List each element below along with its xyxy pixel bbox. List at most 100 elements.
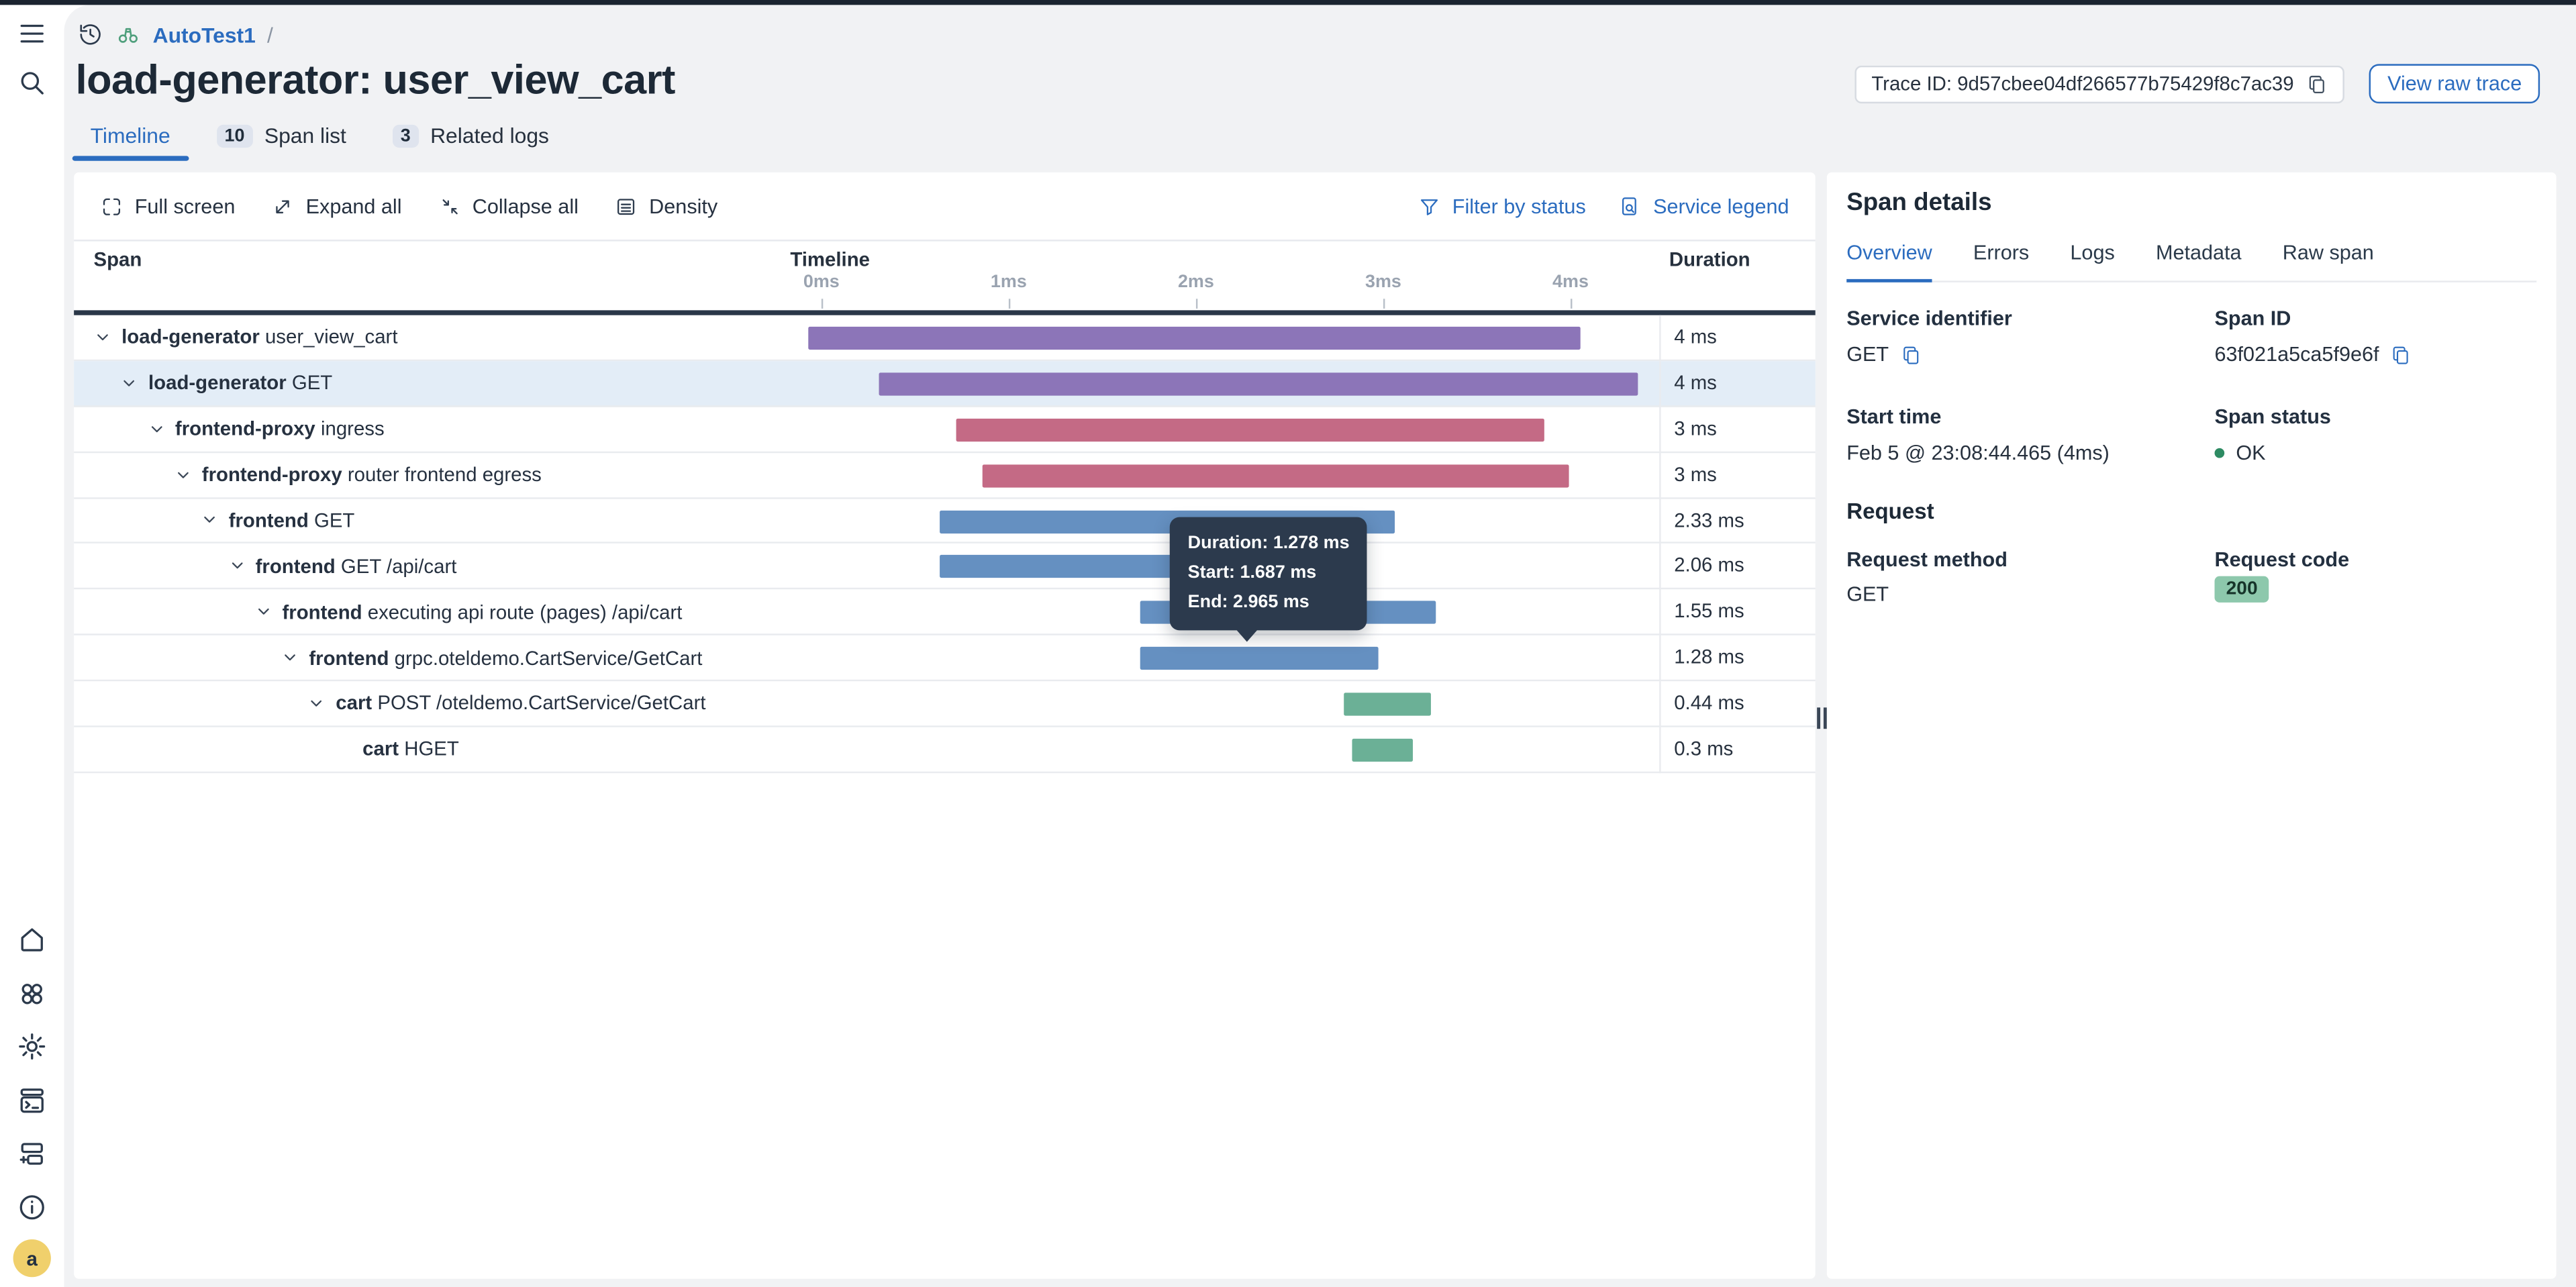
trace-id-pill[interactable]: Trace ID: 9d57cbee04df266577b75429f8c7ac… xyxy=(1855,65,2345,103)
trace-id-text: Trace ID: 9d57cbee04df266577b75429f8c7ac… xyxy=(1871,72,2293,95)
timeline-axis: 0ms1ms2ms3ms4ms xyxy=(74,242,1816,312)
span-bar[interactable] xyxy=(1352,739,1413,762)
main-page: AutoTest1 / load-generator: user_view_ca… xyxy=(64,5,2576,1287)
add-panel-icon[interactable] xyxy=(16,1137,48,1168)
tab-errors[interactable]: Errors xyxy=(1973,242,2029,281)
span-service: frontend xyxy=(283,601,362,623)
binoculars-icon xyxy=(115,21,141,48)
timeline-panel: Full screen Expand all Collapse all Dens… xyxy=(74,172,1816,1279)
home-icon[interactable] xyxy=(16,924,48,955)
tab-metadata[interactable]: Metadata xyxy=(2156,242,2242,281)
request-code-label: Request code xyxy=(2214,548,2349,571)
request-code-value: 200 xyxy=(2214,576,2269,603)
span-duration: 2.06 ms xyxy=(1659,544,1816,590)
span-duration: 4 ms xyxy=(1659,315,1816,361)
legend-icon xyxy=(1619,195,1642,217)
tab-related-logs[interactable]: 3 Related logs xyxy=(392,123,549,159)
density-icon xyxy=(615,195,638,217)
tab-raw-span[interactable]: Raw span xyxy=(2283,242,2374,281)
span-service: load-generator xyxy=(121,325,260,348)
span-bar[interactable] xyxy=(808,327,1580,350)
table-row[interactable]: frontend-proxy ingress 3 ms xyxy=(74,407,1816,452)
chevron-down-icon[interactable] xyxy=(201,511,219,529)
filter-by-status-button[interactable]: Filter by status xyxy=(1418,195,1585,217)
span-operation: GET xyxy=(314,509,354,531)
gear-icon[interactable] xyxy=(16,1031,48,1062)
table-row[interactable]: cart HGET 0.3 ms xyxy=(74,727,1816,772)
fullscreen-icon xyxy=(100,195,123,217)
copy-icon[interactable] xyxy=(2391,344,2412,366)
span-duration: 1.28 ms xyxy=(1659,635,1816,681)
span-service: frontend-proxy xyxy=(202,463,342,486)
table-row[interactable]: frontend grpc.oteldemo.CartService/GetCa… xyxy=(74,635,1816,681)
span-bar[interactable] xyxy=(940,510,1395,533)
history-icon[interactable] xyxy=(77,21,103,48)
table-row[interactable]: load-generator GET 4 ms xyxy=(74,361,1816,407)
service-identifier-label: Service identifier xyxy=(1846,307,2012,329)
full-screen-button[interactable]: Full screen xyxy=(100,195,235,217)
span-bar[interactable] xyxy=(940,556,1326,578)
span-operation: grpc.oteldemo.CartService/GetCart xyxy=(395,646,703,669)
expand-all-button[interactable]: Expand all xyxy=(271,195,401,217)
table-row[interactable]: frontend GET 2.33 ms xyxy=(74,498,1816,544)
info-icon[interactable] xyxy=(16,1192,48,1223)
span-duration: 4 ms xyxy=(1659,361,1816,407)
table-header: Span Timeline Duration 0ms1ms2ms3ms4ms xyxy=(74,242,1816,312)
chevron-down-icon[interactable] xyxy=(120,374,138,392)
table-row[interactable]: frontend-proxy router frontend egress 3 … xyxy=(74,452,1816,498)
chevron-down-icon[interactable] xyxy=(94,328,112,346)
density-button[interactable]: Density xyxy=(615,195,717,217)
chevron-down-icon[interactable] xyxy=(174,466,192,484)
copy-icon[interactable] xyxy=(1900,344,1922,366)
span-service: cart xyxy=(362,737,399,760)
chevron-down-icon[interactable] xyxy=(254,603,273,621)
expand-icon xyxy=(271,195,294,217)
span-label: frontend-proxy ingress xyxy=(74,407,1816,451)
hamburger-menu-icon[interactable] xyxy=(16,18,48,49)
service-legend-button[interactable]: Service legend xyxy=(1619,195,1789,217)
span-bar[interactable] xyxy=(1344,692,1431,715)
span-operation: GET xyxy=(292,372,332,395)
apps-icon[interactable] xyxy=(16,978,48,1009)
chevron-down-icon[interactable] xyxy=(147,420,165,438)
span-bar[interactable] xyxy=(1140,601,1436,624)
span-duration: 3 ms xyxy=(1659,452,1816,498)
request-method-label: Request method xyxy=(1846,548,2008,571)
view-raw-trace-button[interactable]: View raw trace xyxy=(2369,64,2540,103)
breadcrumb-project-link[interactable]: AutoTest1 xyxy=(153,22,256,47)
span-bar[interactable] xyxy=(983,464,1569,486)
chevron-down-icon[interactable] xyxy=(228,557,246,575)
span-bar[interactable] xyxy=(879,372,1638,395)
span-label: cart HGET xyxy=(74,727,1816,771)
span-label: frontend executing api route (pages) /ap… xyxy=(74,590,1816,634)
page-title: load-generator: user_view_cart xyxy=(76,58,675,105)
user-avatar[interactable]: a xyxy=(13,1239,51,1277)
span-operation: POST /oteldemo.CartService/GetCart xyxy=(377,692,705,715)
table-row[interactable]: cart POST /oteldemo.CartService/GetCart … xyxy=(74,681,1816,727)
tab-timeline[interactable]: Timeline xyxy=(91,123,170,159)
table-row[interactable]: frontend GET /api/cart 2.06 ms xyxy=(74,544,1816,590)
span-details-title: Span details xyxy=(1846,189,1991,217)
search-icon[interactable] xyxy=(16,67,48,98)
span-bar[interactable] xyxy=(956,418,1544,441)
terminal-icon[interactable] xyxy=(16,1085,48,1116)
chevron-down-icon[interactable] xyxy=(308,694,326,713)
tab-span-list[interactable]: 10 Span list xyxy=(216,123,346,159)
table-row[interactable]: load-generator user_view_cart 4 ms xyxy=(74,315,1816,361)
copy-icon[interactable] xyxy=(2307,73,2328,95)
collapse-all-button[interactable]: Collapse all xyxy=(438,195,579,217)
status-code-badge: 200 xyxy=(2214,576,2269,603)
start-time-value: Feb 5 @ 23:08:44.465 (4ms) xyxy=(1846,442,2110,464)
span-service: frontend xyxy=(229,509,309,531)
table-row[interactable]: frontend executing api route (pages) /ap… xyxy=(74,590,1816,635)
chevron-down-icon[interactable] xyxy=(281,648,299,666)
span-operation: user_view_cart xyxy=(265,325,398,348)
span-bar[interactable] xyxy=(1140,647,1379,670)
tab-logs[interactable]: Logs xyxy=(2070,242,2114,281)
span-duration: 3 ms xyxy=(1659,407,1816,452)
span-operation: HGET xyxy=(404,737,459,760)
timeline-toolbar: Full screen Expand all Collapse all Dens… xyxy=(74,172,1816,242)
span-service: load-generator xyxy=(148,372,287,395)
panel-resize-handle[interactable] xyxy=(1816,707,1827,729)
tab-overview[interactable]: Overview xyxy=(1846,242,1932,282)
